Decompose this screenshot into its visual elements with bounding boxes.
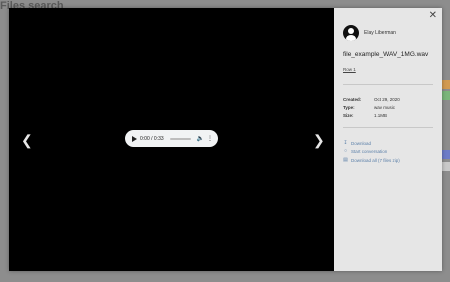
avatar <box>343 25 359 41</box>
download-all-label: Download all (7 files zip) <box>351 157 400 163</box>
uploader-name: Elay Liberman <box>364 30 396 36</box>
meta-value: wav music <box>374 104 396 110</box>
file-actions: ↧ Download ○ Start conversation ▤ Downlo… <box>343 139 433 165</box>
meta-type: Type: wav music <box>343 103 433 111</box>
start-conversation-button[interactable]: ○ Start conversation <box>343 148 433 157</box>
divider <box>343 127 433 128</box>
volume-icon[interactable]: 🔈 <box>197 135 204 142</box>
meta-value: Oct 29, 2020 <box>374 96 400 102</box>
next-file-button[interactable]: ❯ <box>313 133 325 147</box>
close-icon[interactable]: ✕ <box>429 11 437 21</box>
audio-time: 0:00 / 0:33 <box>140 135 164 142</box>
background-strip-3 <box>442 150 450 159</box>
download-button[interactable]: ↧ Download <box>343 139 433 148</box>
file-details-panel: ✕ Elay Liberman file_example_WAV_1MG.wav… <box>334 8 442 271</box>
file-location-link[interactable]: Row 1 <box>343 67 356 72</box>
meta-key: Size: <box>343 112 354 118</box>
chat-icon: ○ <box>343 148 348 155</box>
meta-value: 1.1MB <box>374 112 388 118</box>
play-icon[interactable] <box>132 135 137 142</box>
download-all-button[interactable]: ▤ Download all (7 files zip) <box>343 156 433 165</box>
start-conversation-label: Start conversation <box>351 149 388 155</box>
meta-key: Created: <box>343 96 362 102</box>
chevron-right-icon: ❯ <box>313 132 325 148</box>
background-strip-1 <box>442 80 450 89</box>
meta-size: Size: 1.1MB <box>343 111 433 119</box>
background-strip-2 <box>442 91 450 100</box>
file-name: file_example_WAV_1MG.wav <box>343 51 429 58</box>
audio-player: 0:00 / 0:33 🔈 ⋮ <box>125 130 218 147</box>
background-strip-4 <box>442 162 450 171</box>
previous-file-button[interactable]: ❮ <box>21 133 33 147</box>
chevron-left-icon: ❮ <box>21 132 33 148</box>
divider <box>343 84 433 85</box>
download-label: Download <box>351 140 372 146</box>
meta-key: Type: <box>343 104 355 110</box>
more-options-icon[interactable]: ⋮ <box>207 135 213 142</box>
download-icon: ↧ <box>343 139 348 146</box>
meta-created: Created: Oct 29, 2020 <box>343 95 433 103</box>
file-preview-modal: ❮ ❯ 0:00 / 0:33 🔈 ⋮ ✕ Elay Liberman file… <box>9 8 442 271</box>
media-viewer: ❮ ❯ 0:00 / 0:33 🔈 ⋮ <box>9 8 334 271</box>
uploader: Elay Liberman <box>343 25 433 41</box>
file-download-icon: ▤ <box>343 156 348 163</box>
audio-progress-bar[interactable] <box>169 137 191 140</box>
file-metadata: Created: Oct 29, 2020 Type: wav music Si… <box>343 95 433 119</box>
